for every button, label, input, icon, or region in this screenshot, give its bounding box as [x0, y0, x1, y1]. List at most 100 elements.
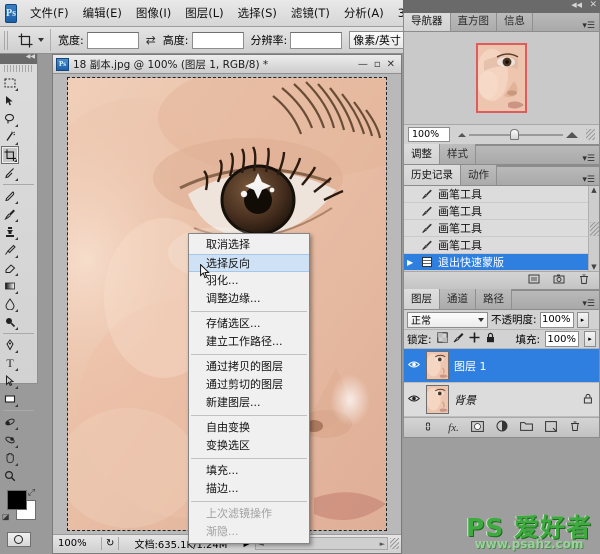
tool-gradient[interactable]	[1, 277, 19, 295]
new-group-icon[interactable]	[519, 421, 533, 434]
collapse-panels-icon[interactable]: ◀◀	[571, 1, 582, 9]
history-item-selected[interactable]: ▶ 退出快速蒙版	[404, 254, 599, 271]
blend-mode-select[interactable]: 正常	[407, 311, 488, 328]
tool-history-brush[interactable]	[1, 241, 19, 259]
slider-track[interactable]	[469, 128, 563, 140]
link-layers-icon[interactable]	[422, 421, 436, 434]
tab-info[interactable]: 信息	[497, 11, 533, 31]
menu-layer[interactable]: 图层(L)	[178, 1, 230, 25]
ctx-save-selection[interactable]: 存储选区...	[189, 315, 309, 333]
panel-resize-grip-icon[interactable]	[586, 129, 595, 140]
refresh-icon[interactable]: ↻	[106, 538, 114, 549]
dock-close-icon[interactable]: ✕	[589, 0, 597, 10]
scroll-thumb[interactable]	[589, 221, 599, 236]
menu-select[interactable]: 选择(S)	[231, 1, 284, 25]
selection-context-menu[interactable]: 取消选择 选择反向 羽化... 调整边缘... 存储选区... 建立工作路径..…	[188, 233, 310, 544]
menu-image[interactable]: 图像(I)	[129, 1, 178, 25]
toolbox-grip[interactable]	[4, 65, 33, 72]
history-item[interactable]: 画笔工具	[404, 237, 599, 254]
toolbox-collapse-bar[interactable]	[0, 53, 37, 64]
delete-layer-icon[interactable]	[569, 420, 581, 435]
ctx-fill[interactable]: 填充...	[189, 462, 309, 480]
scroll-up-icon[interactable]: ▲	[591, 186, 596, 194]
history-list[interactable]: 画笔工具 画笔工具 画笔工具 画笔工具 ▶ 退出快速蒙版 ▲ ▼	[404, 186, 599, 271]
tool-marquee[interactable]	[1, 74, 19, 92]
lock-all-icon[interactable]	[485, 332, 496, 346]
zoom-in-icon[interactable]	[566, 131, 578, 138]
ctx-new-layer[interactable]: 新建图层...	[189, 394, 309, 412]
tab-histogram[interactable]: 直方图	[450, 11, 497, 31]
tool-clone-stamp[interactable]	[1, 223, 19, 241]
lock-pixels-icon[interactable]	[453, 332, 464, 346]
navigator-preview[interactable]	[404, 32, 599, 124]
document-title-bar[interactable]: Ps 18 副本.jpg @ 100% (图层 1, RGB/8) * — ▫ …	[53, 55, 401, 74]
ctx-layer-via-cut[interactable]: 通过剪切的图层	[189, 376, 309, 394]
layer-row-layer1[interactable]: 图层 1	[404, 349, 599, 383]
tab-adjustments[interactable]: 调整	[404, 144, 440, 164]
tab-history[interactable]: 历史记录	[404, 165, 461, 185]
tool-brush[interactable]	[1, 205, 19, 223]
layer-visibility-icon[interactable]	[406, 394, 421, 406]
chevron-down-icon[interactable]	[38, 38, 44, 42]
ctx-layer-via-copy[interactable]: 通过拷贝的图层	[189, 358, 309, 376]
menu-edit[interactable]: 编辑(E)	[76, 1, 129, 25]
navigator-view-box[interactable]	[476, 43, 527, 113]
close-button[interactable]: ✕	[387, 59, 395, 70]
fill-input[interactable]: 100%	[545, 331, 579, 347]
layer-mask-icon[interactable]	[470, 420, 484, 435]
adjustment-layer-icon[interactable]	[496, 420, 508, 435]
lock-transparent-icon[interactable]	[436, 332, 448, 346]
layer-row-background[interactable]: 背景	[404, 383, 599, 417]
swap-dimensions-icon[interactable]: ⇄	[146, 33, 156, 47]
dock-header[interactable]: ◀◀ ✕	[403, 0, 600, 13]
tab-actions[interactable]: 动作	[461, 165, 497, 185]
minimize-button[interactable]: —	[358, 59, 368, 70]
tab-styles[interactable]: 样式	[440, 144, 476, 164]
panel-menu-icon[interactable]: ▾☰	[582, 175, 599, 185]
layer-thumbnail[interactable]	[426, 385, 449, 414]
slider-knob[interactable]	[510, 128, 520, 140]
navigator-zoom-slider[interactable]	[454, 128, 582, 140]
tool-eraser[interactable]	[1, 259, 19, 277]
menu-file[interactable]: 文件(F)	[23, 1, 76, 25]
tab-layers[interactable]: 图层	[404, 289, 440, 309]
height-input[interactable]	[191, 31, 244, 49]
tool-crop[interactable]	[1, 146, 19, 164]
create-document-icon[interactable]	[528, 273, 540, 288]
options-bar-grip[interactable]	[4, 30, 10, 50]
tab-navigator[interactable]: 导航器	[404, 11, 451, 31]
tool-hand[interactable]	[1, 449, 19, 467]
navigator-zoom-input[interactable]: 100%	[408, 127, 450, 142]
opacity-stepper[interactable]: ▸	[576, 311, 589, 328]
tool-preset-picker[interactable]	[15, 29, 51, 51]
ctx-stroke[interactable]: 描边...	[189, 480, 309, 498]
tool-lasso[interactable]	[1, 110, 19, 128]
tool-blur[interactable]	[1, 295, 19, 313]
tool-healing-brush[interactable]	[1, 187, 19, 205]
tool-move[interactable]	[1, 92, 19, 110]
ctx-transform-selection[interactable]: 变换选区	[189, 437, 309, 455]
layer-visibility-icon[interactable]	[406, 360, 421, 372]
panel-menu-icon[interactable]: ▾☰	[582, 21, 599, 31]
tool-path-selection[interactable]	[1, 372, 19, 390]
default-colors-icon[interactable]: ◪	[2, 512, 10, 521]
layer-thumbnail[interactable]	[426, 351, 449, 380]
tool-eyedropper[interactable]	[1, 164, 19, 182]
menu-filter[interactable]: 滤镜(T)	[284, 1, 337, 25]
tool-magic-wand[interactable]	[1, 128, 19, 146]
history-state-marker-icon[interactable]: ▶	[407, 258, 413, 267]
tool-3d-rotate[interactable]	[1, 413, 19, 431]
menu-analysis[interactable]: 分析(A)	[337, 1, 391, 25]
scroll-down-icon[interactable]: ▼	[591, 263, 596, 271]
scroll-right-icon[interactable]: ►	[380, 540, 385, 548]
quick-mask-icon[interactable]	[6, 532, 31, 547]
opacity-input[interactable]: 100%	[539, 311, 574, 328]
layer-style-icon[interactable]: fx.	[448, 422, 459, 434]
history-item[interactable]: 画笔工具	[404, 186, 599, 203]
tool-3d-orbit[interactable]	[1, 431, 19, 449]
tab-paths[interactable]: 路径	[476, 289, 512, 309]
ctx-deselect[interactable]: 取消选择	[189, 236, 309, 254]
zoom-level[interactable]: 100%	[55, 538, 97, 549]
history-item[interactable]: 画笔工具	[404, 203, 599, 220]
history-item[interactable]: 画笔工具	[404, 220, 599, 237]
